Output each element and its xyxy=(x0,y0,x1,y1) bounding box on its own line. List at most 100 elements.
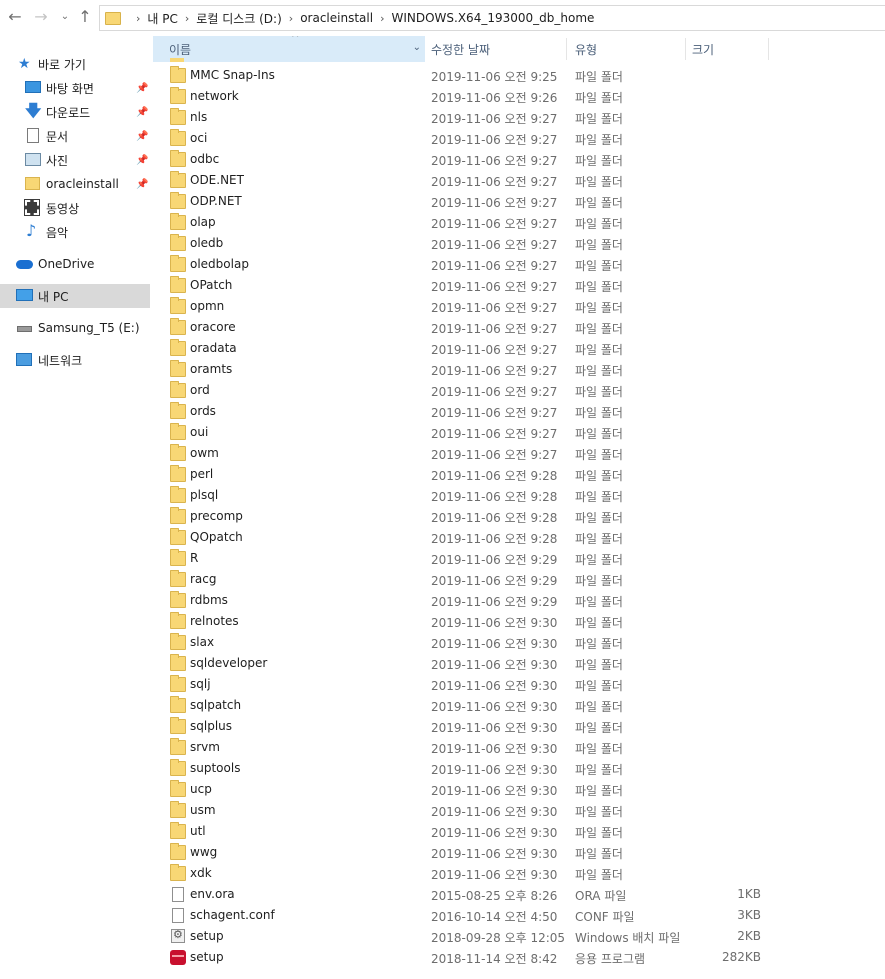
column-header-size[interactable]: 크기 xyxy=(687,36,769,62)
nav-item-documents[interactable]: 문서 📌 xyxy=(0,124,150,148)
folder-row[interactable]: sqlpatch 2019-11-06 오전 9:30 파일 폴더 xyxy=(150,695,885,716)
folder-row[interactable]: ucp 2019-11-06 오전 9:30 파일 폴더 xyxy=(150,779,885,800)
breadcrumb-local-disk[interactable]: 로컬 디스크 (D:) xyxy=(196,10,281,27)
file-modified-date: 2019-11-06 오전 9:30 xyxy=(431,637,558,651)
pin-icon[interactable]: 📌 xyxy=(136,83,148,94)
folder-row[interactable]: oui 2019-11-06 오전 9:27 파일 폴더 xyxy=(150,422,885,443)
folder-row[interactable]: oradata 2019-11-06 오전 9:27 파일 폴더 xyxy=(150,338,885,359)
folder-row[interactable]: srvm 2019-11-06 오전 9:30 파일 폴더 xyxy=(150,737,885,758)
pin-icon[interactable]: 📌 xyxy=(136,107,148,118)
folder-icon xyxy=(170,843,186,860)
nav-item-videos[interactable]: 동영상 xyxy=(0,196,150,220)
folder-row[interactable]: opmn 2019-11-06 오전 9:27 파일 폴더 xyxy=(150,296,885,317)
folder-row[interactable]: R 2019-11-06 오전 9:29 파일 폴더 xyxy=(150,548,885,569)
file-modified-date: 2019-11-06 오전 9:29 xyxy=(431,595,558,609)
address-bar[interactable]: › 내 PC › 로컬 디스크 (D:) › oracleinstall › W… xyxy=(99,5,885,31)
up-arrow-icon[interactable]: ↑ xyxy=(76,8,94,26)
column-divider[interactable] xyxy=(685,38,686,60)
folder-row[interactable]: wwg 2019-11-06 오전 9:30 파일 폴더 xyxy=(150,842,885,863)
folder-row[interactable]: sqlplus 2019-11-06 오전 9:30 파일 폴더 xyxy=(150,716,885,737)
folder-row[interactable]: ODE.NET 2019-11-06 오전 9:27 파일 폴더 xyxy=(150,170,885,191)
folder-row[interactable]: rdbms 2019-11-06 오전 9:29 파일 폴더 xyxy=(150,590,885,611)
nav-this-pc[interactable]: 내 PC xyxy=(0,284,150,308)
file-row[interactable]: schagent.conf 2016-10-14 오전 4:50 CONF 파일 3K… xyxy=(150,905,885,926)
column-divider[interactable] xyxy=(566,38,567,60)
folder-row[interactable]: plsql 2019-11-06 오전 9:28 파일 폴더 xyxy=(150,485,885,506)
folder-row[interactable]: xdk 2019-11-06 오전 9:30 파일 폴더 xyxy=(150,863,885,884)
column-header-type[interactable]: 유형 xyxy=(568,36,686,62)
folder-icon xyxy=(170,318,186,335)
nav-drive-e[interactable]: Samsung_T5 (E:) xyxy=(0,316,150,340)
folder-row[interactable]: perl 2019-11-06 오전 9:28 파일 폴더 xyxy=(150,464,885,485)
nav-item-desktop[interactable]: 바탕 화면 📌 xyxy=(0,76,150,100)
folder-row[interactable]: sqldeveloper 2019-11-06 오전 9:30 파일 폴더 xyxy=(150,653,885,674)
file-modified-date: 2019-11-06 오전 9:30 xyxy=(431,847,558,861)
folder-row[interactable]: QOpatch 2019-11-06 오전 9:28 파일 폴더 xyxy=(150,527,885,548)
chevron-right-icon[interactable]: › xyxy=(136,12,140,25)
pin-icon[interactable]: 📌 xyxy=(136,179,148,190)
pin-icon[interactable]: 📌 xyxy=(136,131,148,142)
file-type: 파일 폴더 xyxy=(575,238,623,252)
nav-onedrive[interactable]: OneDrive xyxy=(0,252,150,276)
file-name: oci xyxy=(190,131,208,145)
column-divider[interactable] xyxy=(768,38,769,60)
nav-item-downloads[interactable]: 🡇 다운로드 📌 xyxy=(0,100,150,124)
folder-row[interactable]: ords 2019-11-06 오전 9:27 파일 폴더 xyxy=(150,401,885,422)
column-header-modified[interactable]: 수정한 날짜 xyxy=(426,36,567,62)
file-list-view[interactable]: ^ 이름 ⌄ 수정한 날짜 유형 크기 MMC Snap-Ins 2019-11-… xyxy=(150,36,885,979)
folder-row[interactable]: ord 2019-11-06 오전 9:27 파일 폴더 xyxy=(150,380,885,401)
folder-row[interactable]: oramts 2019-11-06 오전 9:27 파일 폴더 xyxy=(150,359,885,380)
folder-row[interactable]: suptools 2019-11-06 오전 9:30 파일 폴더 xyxy=(150,758,885,779)
file-row[interactable]: setup 2018-09-28 오후 12:05 Windows 배치 파일 2KB xyxy=(150,926,885,947)
file-name: setup xyxy=(190,950,224,964)
folder-row[interactable]: network 2019-11-06 오전 9:26 파일 폴더 xyxy=(150,86,885,107)
forward-arrow-icon[interactable]: → xyxy=(32,8,50,26)
navigation-pane: ★ 바로 가기 바탕 화면 📌 🡇 다운로드 📌 문서 📌 사진 📌 oracl… xyxy=(0,36,150,979)
document-icon xyxy=(172,887,184,902)
chevron-down-icon[interactable]: ⌄ xyxy=(413,42,421,53)
file-row[interactable]: setup 2018-11-14 오전 8:42 응용 프로그램 282KB xyxy=(150,947,885,968)
folder-row[interactable]: ODP.NET 2019-11-06 오전 9:27 파일 폴더 xyxy=(150,191,885,212)
file-type: 파일 폴더 xyxy=(575,259,623,273)
file-modified-date: 2019-11-06 오전 9:30 xyxy=(431,784,558,798)
folder-row[interactable]: OPatch 2019-11-06 오전 9:27 파일 폴더 xyxy=(150,275,885,296)
file-type: 파일 폴더 xyxy=(575,343,623,357)
file-row[interactable]: env.ora 2015-08-25 오후 8:26 ORA 파일 1KB xyxy=(150,884,885,905)
chevron-right-icon[interactable]: › xyxy=(289,12,293,25)
nav-item-pictures[interactable]: 사진 📌 xyxy=(0,148,150,172)
recent-locations-chevron-icon[interactable]: ⌄ xyxy=(56,8,74,26)
nav-item-oracleinstall[interactable]: oracleinstall 📌 xyxy=(0,172,150,196)
folder-row[interactable]: sqlj 2019-11-06 오전 9:30 파일 폴더 xyxy=(150,674,885,695)
nav-label: 바로 가기 xyxy=(38,57,86,72)
folder-row[interactable]: olap 2019-11-06 오전 9:27 파일 폴더 xyxy=(150,212,885,233)
folder-row[interactable]: nls 2019-11-06 오전 9:27 파일 폴더 xyxy=(150,107,885,128)
folder-row[interactable]: oledbolap 2019-11-06 오전 9:27 파일 폴더 xyxy=(150,254,885,275)
folder-row[interactable]: relnotes 2019-11-06 오전 9:30 파일 폴더 xyxy=(150,611,885,632)
folder-row[interactable]: oci 2019-11-06 오전 9:27 파일 폴더 xyxy=(150,128,885,149)
folder-row[interactable]: oledb 2019-11-06 오전 9:27 파일 폴더 xyxy=(150,233,885,254)
folder-row[interactable]: odbc 2019-11-06 오전 9:27 파일 폴더 xyxy=(150,149,885,170)
nav-quick-access[interactable]: ★ 바로 가기 xyxy=(0,52,150,76)
nav-network[interactable]: 네트워크 xyxy=(0,348,150,372)
nav-item-music[interactable]: ♪ 음악 xyxy=(0,220,150,244)
breadcrumb-this-pc[interactable]: 내 PC xyxy=(147,10,177,27)
star-icon: ★ xyxy=(18,56,31,72)
folder-row[interactable]: racg 2019-11-06 오전 9:29 파일 폴더 xyxy=(150,569,885,590)
chevron-right-icon[interactable]: › xyxy=(380,12,384,25)
chevron-right-icon[interactable]: › xyxy=(185,12,189,25)
file-type: 파일 폴더 xyxy=(575,742,623,756)
column-header-label: 유형 xyxy=(575,42,598,57)
file-modified-date: 2019-11-06 오전 9:27 xyxy=(431,238,558,252)
folder-row[interactable]: slax 2019-11-06 오전 9:30 파일 폴더 xyxy=(150,632,885,653)
folder-row[interactable]: owm 2019-11-06 오전 9:27 파일 폴더 xyxy=(150,443,885,464)
folder-row[interactable]: MMC Snap-Ins 2019-11-06 오전 9:25 파일 폴더 xyxy=(150,65,885,86)
folder-row[interactable]: utl 2019-11-06 오전 9:30 파일 폴더 xyxy=(150,821,885,842)
folder-row[interactable]: precomp 2019-11-06 오전 9:28 파일 폴더 xyxy=(150,506,885,527)
folder-row[interactable]: usm 2019-11-06 오전 9:30 파일 폴더 xyxy=(150,800,885,821)
column-header-name[interactable]: ^ 이름 ⌄ xyxy=(153,36,425,62)
pin-icon[interactable]: 📌 xyxy=(136,155,148,166)
back-arrow-icon[interactable]: ← xyxy=(6,8,24,26)
breadcrumb-db-home[interactable]: WINDOWS.X64_193000_db_home xyxy=(391,11,594,25)
breadcrumb-oracleinstall[interactable]: oracleinstall xyxy=(300,11,373,25)
folder-row[interactable]: oracore 2019-11-06 오전 9:27 파일 폴더 xyxy=(150,317,885,338)
